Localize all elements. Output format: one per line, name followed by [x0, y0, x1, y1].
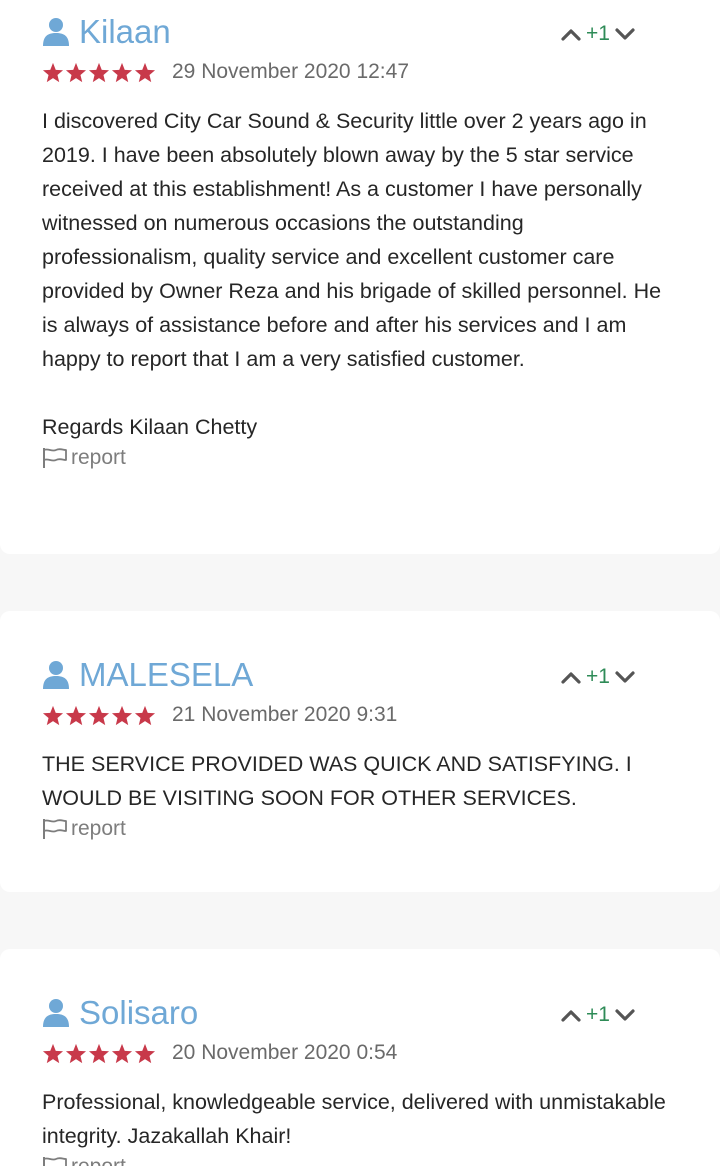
vote-controls: +1 [560, 1001, 636, 1029]
star-icon [134, 62, 156, 82]
reviews-page: Kilaan +1 29 November 2020 12:47 I disco… [0, 0, 720, 1166]
user-icon [43, 999, 69, 1027]
review-header: Solisaro +1 [42, 993, 678, 1037]
review-card: MALESELA +1 21 November 2020 9:31 THE SE… [0, 611, 720, 892]
star-icon [111, 1043, 133, 1063]
user-icon [43, 661, 69, 689]
author-name[interactable]: Kilaan [79, 12, 171, 52]
review-author[interactable]: Kilaan [42, 12, 171, 52]
review-header: MALESELA +1 [42, 655, 678, 699]
chevron-up-icon[interactable] [560, 26, 582, 42]
star-icon [88, 62, 110, 82]
author-name[interactable]: MALESELA [79, 655, 253, 695]
report-label[interactable]: report [71, 444, 126, 472]
review-text: I discovered City Car Sound & Security l… [42, 109, 662, 371]
review-text: THE SERVICE PROVIDED WAS QUICK AND SATIS… [42, 752, 632, 810]
review-date: 20 November 2020 0:54 [172, 1041, 398, 1064]
star-icon [65, 62, 87, 82]
star-icon [88, 1043, 110, 1063]
star-icon [111, 62, 133, 82]
flag-icon [43, 448, 67, 468]
user-icon [43, 18, 69, 46]
star-rating [42, 62, 157, 83]
vote-controls: +1 [560, 663, 636, 691]
review-author[interactable]: MALESELA [42, 655, 253, 695]
chevron-up-icon[interactable] [560, 1007, 582, 1023]
review-meta: 29 November 2020 12:47 [42, 56, 678, 88]
review-meta: 20 November 2020 0:54 [42, 1037, 678, 1069]
review-card: Kilaan +1 29 November 2020 12:47 I disco… [0, 0, 720, 554]
review-date: 21 November 2020 9:31 [172, 703, 398, 726]
star-icon [42, 705, 64, 725]
vote-count: +1 [586, 665, 610, 688]
review-author[interactable]: Solisaro [42, 993, 198, 1033]
review-card: Solisaro +1 20 November 2020 0:54 Profes… [0, 949, 720, 1166]
star-icon [134, 705, 156, 725]
star-rating [42, 1043, 157, 1064]
review-header: Kilaan +1 [42, 12, 678, 56]
star-icon [42, 1043, 64, 1063]
star-icon [42, 62, 64, 82]
star-icon [65, 705, 87, 725]
vote-count: +1 [586, 1003, 610, 1026]
report-link[interactable]: report [42, 444, 678, 472]
star-icon [111, 705, 133, 725]
chevron-up-icon[interactable] [560, 669, 582, 685]
review-meta: 21 November 2020 9:31 [42, 699, 678, 731]
star-icon [65, 1043, 87, 1063]
report-link[interactable]: report [42, 1153, 678, 1166]
review-date: 29 November 2020 12:47 [172, 60, 409, 83]
chevron-down-icon[interactable] [614, 1007, 636, 1023]
star-icon [134, 1043, 156, 1063]
flag-icon [43, 819, 67, 839]
star-icon [88, 705, 110, 725]
chevron-down-icon[interactable] [614, 669, 636, 685]
review-signature: Regards Kilaan Chetty [42, 415, 258, 439]
author-name[interactable]: Solisaro [79, 993, 198, 1033]
vote-count: +1 [586, 22, 610, 45]
report-label[interactable]: report [71, 815, 126, 843]
chevron-down-icon[interactable] [614, 26, 636, 42]
flag-icon [43, 1157, 67, 1166]
vote-controls: +1 [560, 20, 636, 48]
star-rating [42, 705, 157, 726]
report-link[interactable]: report [42, 815, 678, 843]
report-label[interactable]: report [71, 1153, 126, 1166]
review-text: Professional, knowledgeable service, del… [42, 1090, 666, 1148]
